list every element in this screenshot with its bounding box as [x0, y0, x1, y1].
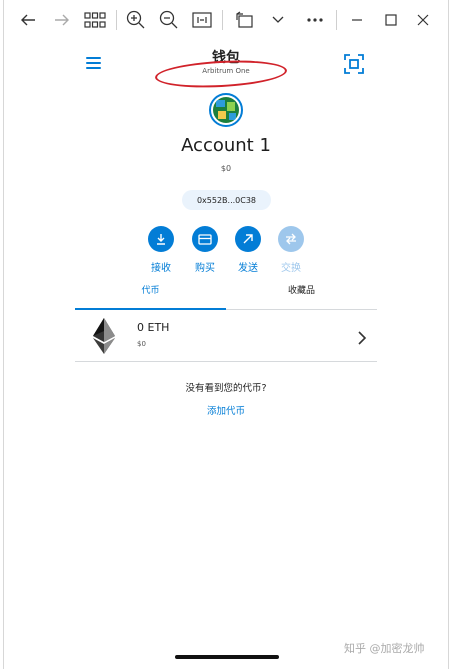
account-balance: $0: [220, 164, 232, 173]
more-options-icon[interactable]: [304, 9, 326, 31]
account-name[interactable]: Account 1: [0, 135, 452, 156]
scan-qr-icon[interactable]: [343, 53, 365, 75]
send-label: 发送: [238, 263, 258, 274]
list-item[interactable]: 0 ETH $0: [75, 311, 377, 362]
toolbar-divider: [116, 10, 117, 30]
toolbar-divider: [336, 10, 337, 30]
swap-label: 交换: [281, 263, 301, 274]
zoom-out-icon[interactable]: [158, 9, 180, 31]
tab-collectibles[interactable]: 收藏品: [226, 283, 377, 310]
receive-icon: [148, 226, 174, 252]
zoom-in-icon[interactable]: [125, 9, 147, 31]
buy-button[interactable]: 购买: [185, 226, 225, 274]
avatar[interactable]: [209, 93, 243, 127]
minimize-icon[interactable]: [346, 9, 368, 31]
receive-button[interactable]: 接收: [141, 226, 181, 274]
send-button[interactable]: 发送: [228, 226, 268, 274]
add-token-link[interactable]: 添加代币: [0, 403, 452, 417]
tab-tokens[interactable]: 代币: [75, 283, 226, 310]
empty-state-text: 没有看到您的代币?: [185, 383, 267, 394]
maximize-icon[interactable]: [380, 9, 402, 31]
swap-button[interactable]: 交换: [271, 226, 311, 274]
watermark: 知乎 @加密龙帅: [344, 642, 425, 655]
address-copy-button[interactable]: 0x552B...0C38: [182, 190, 271, 210]
chevron-down-icon[interactable]: [267, 9, 289, 31]
address-text: 0x552B...0C38: [196, 195, 257, 205]
viewer-toolbar: [0, 0, 452, 40]
asset-tabs: 代币 收藏品: [75, 283, 377, 310]
close-icon[interactable]: [412, 9, 434, 31]
toolbar-divider: [222, 10, 223, 30]
asset-fiat-value: $0: [137, 340, 146, 348]
forward-arrow-icon[interactable]: [51, 9, 73, 31]
card-icon: [192, 226, 218, 252]
identicon-icon: [213, 97, 239, 123]
receive-label: 接收: [151, 263, 171, 274]
send-icon: [235, 226, 261, 252]
action-bar: 接收 购买 发送 交换: [0, 226, 452, 276]
grid-view-icon[interactable]: [83, 9, 107, 31]
fit-page-icon[interactable]: [191, 9, 213, 31]
ethereum-icon: [93, 318, 115, 354]
chevron-right-icon: [357, 330, 367, 345]
home-indicator: [175, 655, 279, 659]
asset-amount: 0 ETH: [137, 321, 170, 334]
rotate-icon[interactable]: [233, 9, 255, 31]
swap-icon: [278, 226, 304, 252]
back-arrow-icon[interactable]: [17, 9, 39, 31]
buy-label: 购买: [195, 263, 215, 274]
